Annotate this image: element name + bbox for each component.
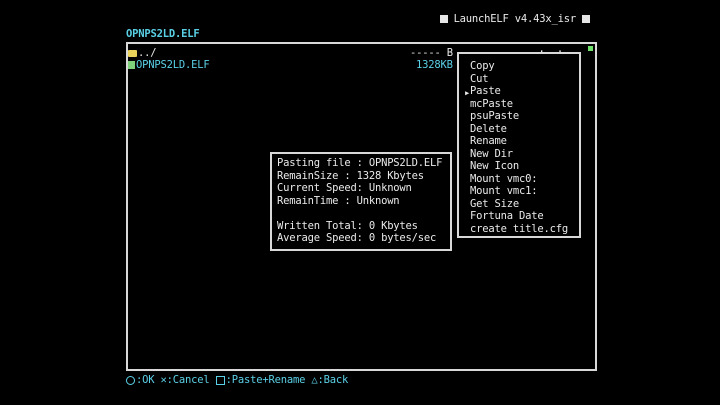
written-total-line: Written Total: 0 Kbytes xyxy=(277,219,418,232)
hint-ok: :OK xyxy=(136,374,155,386)
status-indicator xyxy=(588,46,593,51)
square-button-icon xyxy=(215,375,225,385)
hint-paste-rename: :Paste+Rename xyxy=(225,374,306,386)
menu-item-rename[interactable]: Rename xyxy=(470,135,507,148)
menu-item-create-title-cfg[interactable]: create title.cfg xyxy=(470,223,568,236)
current-speed-line: Current Speed: Unknown xyxy=(277,182,412,194)
circle-button-icon xyxy=(126,375,135,385)
file-size: 1328KB xyxy=(416,59,453,71)
file-icon xyxy=(128,61,135,69)
paste-progress-dialog: Pasting file : OPNPS2LD.ELF RemainSize :… xyxy=(270,152,452,251)
hint-back: :Back xyxy=(317,374,349,386)
square-icon xyxy=(439,15,448,23)
menu-item-paste[interactable]: Paste xyxy=(470,85,501,98)
file-name: ../ xyxy=(138,47,157,59)
hint-cancel: :Cancel xyxy=(166,374,210,386)
title-bar: LaunchELF v4.43x_isr xyxy=(434,13,596,26)
current-path: OPNPS2LD.ELF xyxy=(126,28,200,40)
menu-item-psupaste[interactable]: psuPaste xyxy=(470,110,519,123)
remain-size-line: RemainSize : 1328 Kbytes xyxy=(277,169,424,182)
menu-item-cut[interactable]: Cut xyxy=(470,73,489,86)
file-row-parent[interactable]: ../ xyxy=(128,47,157,60)
menu-item-copy[interactable]: Copy xyxy=(470,60,495,73)
file-row-elf[interactable]: OPNPS2LD.ELF xyxy=(128,59,210,72)
menu-item-get-size[interactable]: Get Size xyxy=(470,198,519,211)
menu-item-fortuna-date[interactable]: Fortuna Date xyxy=(470,210,544,223)
menu-item-mcpaste[interactable]: mcPaste xyxy=(470,98,513,111)
menu-item-new-icon[interactable]: New Icon xyxy=(470,160,519,173)
menu-item-delete[interactable]: Delete xyxy=(470,123,507,136)
control-hints: :OK ✕:Cancel :Paste+Rename △:Back xyxy=(126,374,348,387)
menu-item-mount-vmc1[interactable]: Mount vmc1: xyxy=(470,185,538,198)
folder-icon xyxy=(128,49,137,57)
menu-item-new-dir[interactable]: New Dir xyxy=(470,148,513,161)
app-title: LaunchELF v4.43x_isr xyxy=(453,13,577,25)
pasting-file-line: Pasting file : OPNPS2LD.ELF xyxy=(277,157,443,169)
file-name: OPNPS2LD.ELF xyxy=(136,59,210,71)
context-menu: ▸ Copy Cut Paste mcPaste psuPaste Delete… xyxy=(457,52,581,238)
menu-item-mount-vmc0[interactable]: Mount vmc0: xyxy=(470,173,538,186)
average-speed-line: Average Speed: 0 bytes/sec xyxy=(277,232,437,244)
square-icon xyxy=(582,15,590,23)
remain-time-line: RemainTime : Unknown xyxy=(277,194,400,207)
